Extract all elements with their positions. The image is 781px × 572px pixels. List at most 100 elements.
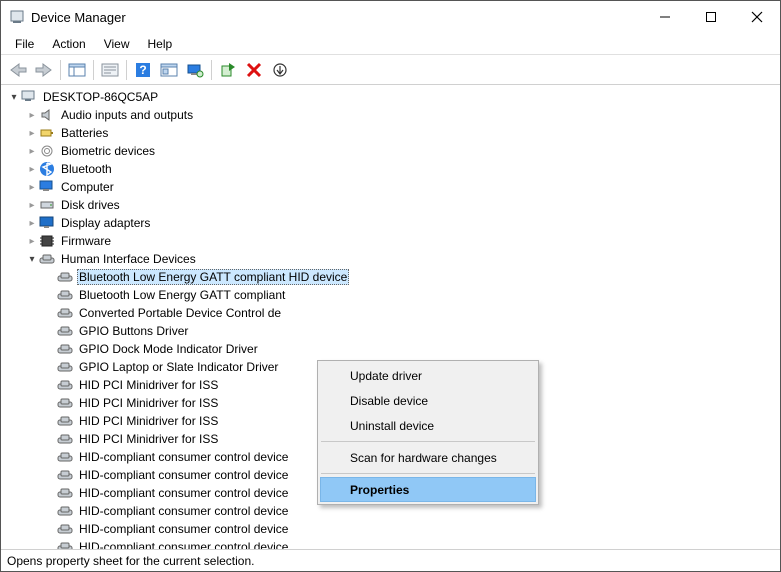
menu-uninstall-device[interactable]: Uninstall device <box>320 413 536 438</box>
tree-label: Firmware <box>59 234 113 248</box>
tree-label: Bluetooth Low Energy GATT compliant <box>77 288 287 302</box>
menu-view[interactable]: View <box>96 35 138 53</box>
expand-arrow[interactable] <box>7 92 21 103</box>
expand-arrow[interactable] <box>25 146 39 157</box>
uninstall-device-button[interactable] <box>241 57 267 83</box>
computer-root-icon <box>21 89 37 105</box>
tree-label: Biometric devices <box>59 144 157 158</box>
hid-icon <box>57 485 73 501</box>
expand-arrow[interactable] <box>25 110 39 121</box>
expand-arrow[interactable] <box>25 164 39 175</box>
menu-separator <box>321 441 535 442</box>
category-node[interactable]: Display adapters <box>3 214 780 232</box>
menu-properties[interactable]: Properties <box>320 477 536 502</box>
device-node[interactable]: Converted Portable Device Control de <box>3 304 780 322</box>
menu-action[interactable]: Action <box>44 35 93 53</box>
category-node[interactable]: Bluetooth <box>3 160 780 178</box>
device-node[interactable]: GPIO Buttons Driver <box>3 322 780 340</box>
firmware-icon <box>39 233 55 249</box>
hid-icon <box>57 503 73 519</box>
tree-label: HID-compliant consumer control device <box>77 540 290 549</box>
menu-separator <box>321 473 535 474</box>
hid-icon <box>57 287 73 303</box>
scan-hardware-button[interactable] <box>182 57 208 83</box>
hid-icon <box>57 359 73 375</box>
properties-button[interactable] <box>156 57 182 83</box>
hid-icon <box>57 341 73 357</box>
category-node[interactable]: Disk drives <box>3 196 780 214</box>
device-manager-icon <box>9 9 25 25</box>
statusbar: Opens property sheet for the current sel… <box>1 549 780 571</box>
hid-icon <box>57 449 73 465</box>
expand-arrow[interactable] <box>25 128 39 139</box>
expand-arrow[interactable] <box>25 182 39 193</box>
hid-icon <box>57 521 73 537</box>
update-driver-button[interactable] <box>215 57 241 83</box>
tree-label: HID PCI Minidriver for ISS <box>77 432 220 446</box>
tree-label: Display adapters <box>59 216 152 230</box>
category-node[interactable]: Computer <box>3 178 780 196</box>
device-node[interactable]: Bluetooth Low Energy GATT compliant HID … <box>3 268 780 286</box>
device-node[interactable]: GPIO Dock Mode Indicator Driver <box>3 340 780 358</box>
tree-label: Audio inputs and outputs <box>59 108 195 122</box>
status-text: Opens property sheet for the current sel… <box>7 554 254 568</box>
device-tree-container: DESKTOP-86QC5AP Audio inputs and outputs B… <box>1 85 780 549</box>
help-button[interactable]: ? <box>130 57 156 83</box>
toolbar: ? <box>1 55 780 85</box>
window-title: Device Manager <box>31 10 642 25</box>
category-hid[interactable]: Human Interface Devices <box>3 250 780 268</box>
toolbar-separator <box>93 60 94 80</box>
hid-icon <box>57 431 73 447</box>
hid-icon <box>57 467 73 483</box>
tree-label: GPIO Laptop or Slate Indicator Driver <box>77 360 280 374</box>
battery-icon <box>39 125 55 141</box>
tree-label: Disk drives <box>59 198 122 212</box>
close-button[interactable] <box>734 1 780 33</box>
tree-label: Converted Portable Device Control de <box>77 306 283 320</box>
tree-label: HID-compliant consumer control device <box>77 468 290 482</box>
category-node[interactable]: Batteries <box>3 124 780 142</box>
device-node[interactable]: HID-compliant consumer control device <box>3 538 780 549</box>
menu-help[interactable]: Help <box>140 35 181 53</box>
tree-label: HID-compliant consumer control device <box>77 504 290 518</box>
category-node[interactable]: Biometric devices <box>3 142 780 160</box>
menu-scan-hardware[interactable]: Scan for hardware changes <box>320 445 536 470</box>
menubar: File Action View Help <box>1 33 780 55</box>
help-topics-button[interactable] <box>97 57 123 83</box>
audio-icon <box>39 107 55 123</box>
minimize-button[interactable] <box>642 1 688 33</box>
tree-label: HID-compliant consumer control device <box>77 522 290 536</box>
tree-label: HID PCI Minidriver for ISS <box>77 378 220 392</box>
tree-label: Bluetooth <box>59 162 114 176</box>
expand-arrow[interactable] <box>25 200 39 211</box>
device-node[interactable]: HID-compliant consumer control device <box>3 520 780 538</box>
display-icon <box>39 215 55 231</box>
expand-arrow[interactable] <box>25 236 39 247</box>
menu-update-driver[interactable]: Update driver <box>320 363 536 388</box>
hid-icon <box>57 305 73 321</box>
category-node[interactable]: Audio inputs and outputs <box>3 106 780 124</box>
menu-file[interactable]: File <box>7 35 42 53</box>
tree-label: GPIO Buttons Driver <box>77 324 190 338</box>
disable-device-button[interactable] <box>267 57 293 83</box>
show-hide-tree-button[interactable] <box>64 57 90 83</box>
maximize-button[interactable] <box>688 1 734 33</box>
hid-icon <box>57 323 73 339</box>
expand-arrow[interactable] <box>25 218 39 229</box>
bluetooth-icon <box>39 161 55 177</box>
toolbar-separator <box>126 60 127 80</box>
tree-label: Human Interface Devices <box>59 252 198 266</box>
context-menu: Update driver Disable device Uninstall d… <box>317 360 539 505</box>
forward-button[interactable] <box>31 57 57 83</box>
menu-disable-device[interactable]: Disable device <box>320 388 536 413</box>
category-node[interactable]: Firmware <box>3 232 780 250</box>
root-node[interactable]: DESKTOP-86QC5AP <box>3 88 780 106</box>
expand-arrow[interactable] <box>25 254 39 265</box>
titlebar: Device Manager <box>1 1 780 33</box>
toolbar-separator <box>60 60 61 80</box>
device-node[interactable]: Bluetooth Low Energy GATT compliant <box>3 286 780 304</box>
tree-label: GPIO Dock Mode Indicator Driver <box>77 342 260 356</box>
hid-icon <box>57 395 73 411</box>
back-button[interactable] <box>5 57 31 83</box>
hid-cat-icon <box>39 251 55 267</box>
